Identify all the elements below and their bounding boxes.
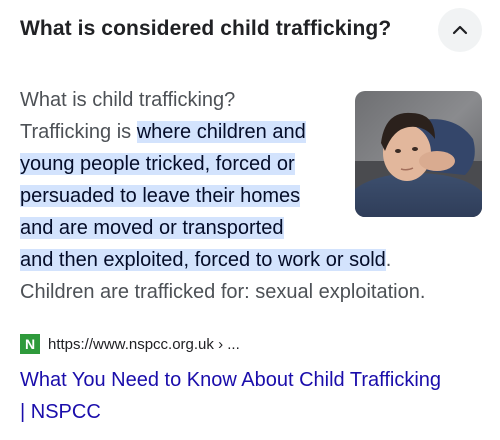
chevron-up-icon [452,25,468,35]
result-title-line[interactable]: What You Need to Know About Child Traffi… [20,369,441,391]
boy-photo-image [355,91,482,217]
answer-intro: Trafficking is [20,121,137,143]
question-text[interactable]: What is considered child trafficking? [20,17,391,41]
answer-period: . [385,249,392,271]
collapse-button[interactable] [438,8,482,52]
result-title-link[interactable]: What You Need to Know About Child Traffi… [20,364,490,428]
answer-thumbnail[interactable] [355,91,482,217]
highlight-line: and then exploited, forced to work or so… [20,249,386,271]
question-header[interactable]: What is considered child trafficking? [20,0,490,60]
nspcc-favicon: N [20,334,40,354]
source-url[interactable]: https://www.nspcc.org.uk › ... [48,336,240,353]
result-title-line[interactable]: | NSPCC [20,401,101,423]
highlight-line: young people tricked, forced or [20,153,295,175]
answer-text: What is child trafficking? Trafficking i… [20,84,355,244]
answer-heading: What is child trafficking? [20,89,236,111]
highlight-line: persuaded to leave their homes [20,185,301,207]
highlight-line: where children and [136,121,306,143]
highlight-line: and are moved or transported [20,217,284,239]
answer-tail: Children are trafficked for: sexual expl… [20,281,426,303]
source-row[interactable]: N https://www.nspcc.org.uk › ... [20,333,240,355]
answer-text-continued: and then exploited, forced to work or so… [20,244,490,308]
